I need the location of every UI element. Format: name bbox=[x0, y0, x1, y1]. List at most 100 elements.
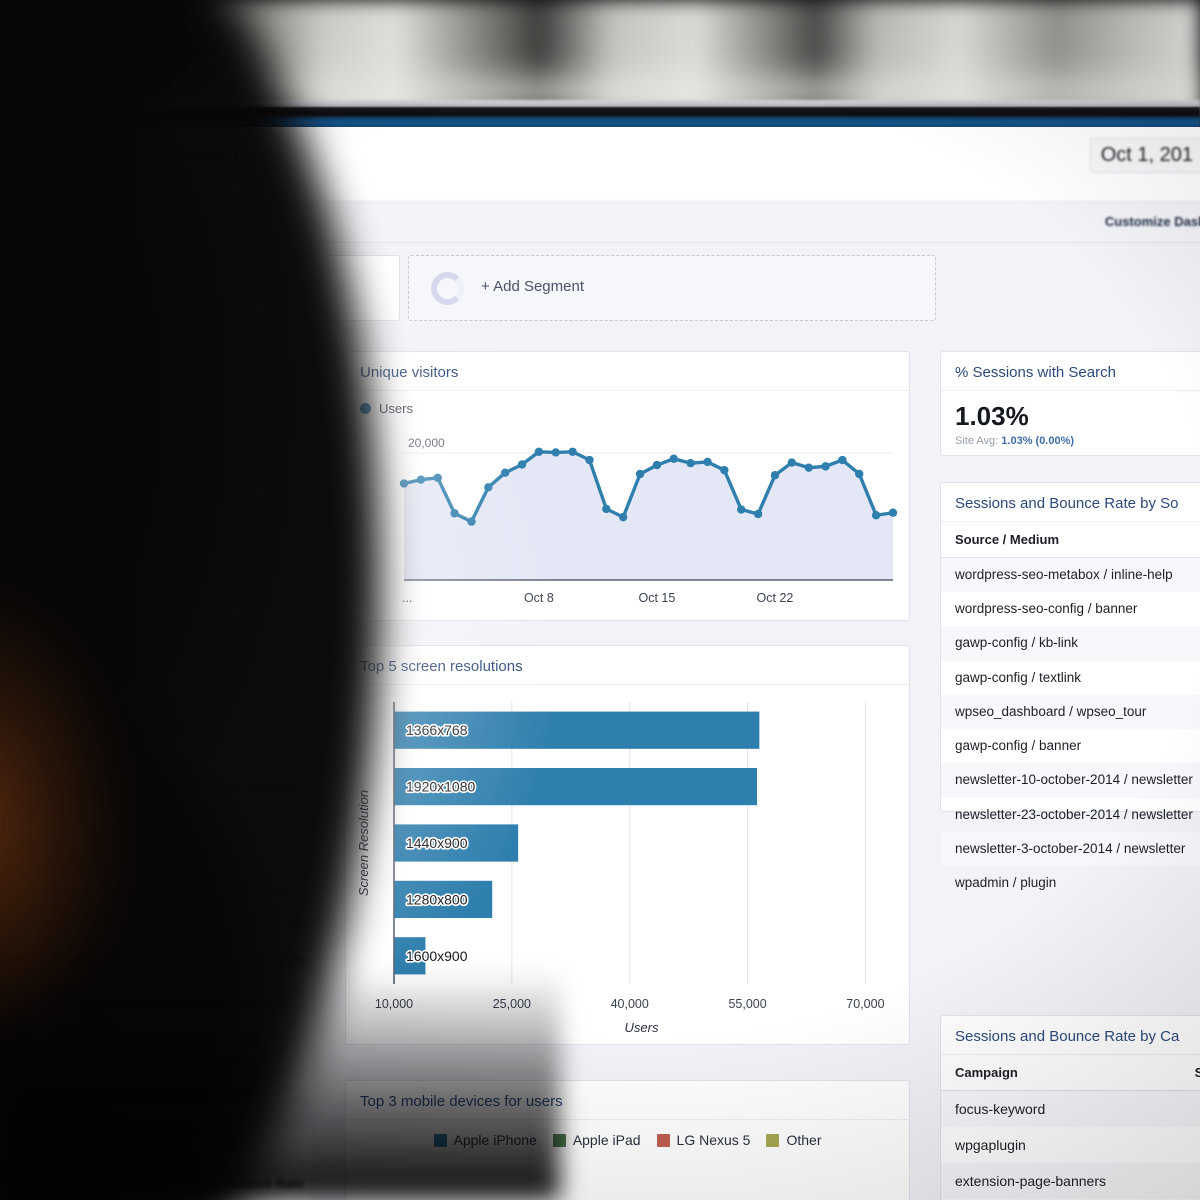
list-item[interactable]: wordpress-seo-config / banner bbox=[941, 592, 1200, 626]
list-item[interactable]: wpadmin / plugin bbox=[941, 866, 1200, 900]
legend-swatch-icon bbox=[552, 1133, 566, 1147]
list-item[interactable]: extension-page-banners13 bbox=[941, 1163, 1200, 1199]
list-item[interactable]: wpgaplugin17 bbox=[941, 1127, 1200, 1163]
col-bounce-rate: Bounce Rate bbox=[0, 1167, 312, 1200]
table-row: ...Kingdom 23,652 58.24% bbox=[0, 839, 312, 873]
sessions-with-search-panel: % Sessions with Search 1.03% Site Avg: 1… bbox=[940, 351, 1200, 456]
list-item[interactable]: gawp-config / textlink bbox=[941, 661, 1200, 695]
mobile-devices-panel: Top 3 mobile devices for users Apple iPh… bbox=[345, 1080, 910, 1200]
left-widget-1[interactable] bbox=[0, 351, 312, 451]
cell-territory: ...States bbox=[0, 814, 39, 830]
table-header-row: ...rritory Users % New Sessions bbox=[0, 771, 312, 805]
source-medium-list: wordpress-seo-metabox / inline-help wordp… bbox=[941, 558, 1200, 900]
country-origin-title: ...try Origin bbox=[0, 732, 312, 771]
bounce-rate-table: Bounce Rate 70.61% bbox=[0, 1167, 312, 1200]
site-average-line: Site Avg: 1.03% (0.00%) bbox=[941, 432, 1200, 447]
col-sessions: Sess bbox=[1194, 1065, 1200, 1080]
add-segment-bar[interactable]: + Add Segment bbox=[408, 255, 936, 321]
source-medium-header: Source / Medium S bbox=[941, 522, 1200, 558]
table-row: 17,322 68.59% bbox=[0, 873, 312, 907]
cell-users: 17,322 bbox=[109, 882, 153, 898]
legend-label-users: Users bbox=[379, 401, 413, 416]
cell-territory bbox=[0, 941, 85, 975]
campaign-panel: Sessions and Bounce Rate by Ca Campaign … bbox=[940, 1015, 1200, 1200]
legend-label: Other bbox=[786, 1132, 822, 1148]
customize-dashboard-link[interactable]: Customize Dash bbox=[1105, 214, 1200, 229]
date-range-picker[interactable]: Oct 1, 201 bbox=[1089, 138, 1200, 173]
svg-text:25,000: 25,000 bbox=[493, 997, 531, 1011]
mobile-devices-title: Top 3 mobile devices for users bbox=[346, 1081, 909, 1120]
campaign-name: extension-page-banners bbox=[955, 1173, 1106, 1189]
list-item[interactable]: newsletter-23-october-2014 / newsletter bbox=[941, 798, 1200, 832]
unique-visitors-title: Unique visitors bbox=[346, 352, 909, 391]
source-medium-title: Sessions and Bounce Rate by So bbox=[941, 483, 1200, 522]
svg-text:Oct 8: Oct 8 bbox=[524, 591, 554, 605]
source-medium-panel: Sessions and Bounce Rate by So Source / … bbox=[940, 482, 1200, 890]
legend-swatch-icon bbox=[766, 1133, 780, 1147]
cell-new-sessions: 51.75% bbox=[256, 916, 304, 932]
cell-territory: ...Kingdom bbox=[0, 848, 54, 864]
svg-text:Oct 15: Oct 15 bbox=[639, 591, 676, 605]
list-item[interactable]: wordpress-seo-metabox / inline-help bbox=[941, 558, 1200, 593]
screen-resolutions-title: Top 5 screen resolutions bbox=[346, 646, 909, 685]
left-widget-2[interactable] bbox=[0, 476, 312, 576]
segment-donut-icon bbox=[431, 272, 464, 305]
table-row: ...nds 14,049 51.75% bbox=[0, 907, 312, 941]
legend-item: LG Nexus 5 bbox=[656, 1132, 751, 1148]
dashboard-header: Analytics ...ard by Yoast Oct 1, 201 bbox=[0, 127, 1200, 201]
unique-visitors-linechart: 10,00020,000...Oct 8Oct 15Oct 22 bbox=[399, 436, 898, 605]
left-widget-3[interactable]: ...ne/tablet visitors (280,992) bbox=[0, 601, 312, 711]
list-item[interactable]: gawp-config / kb-link bbox=[941, 626, 1200, 661]
svg-text:Screen Resolution: Screen Resolution bbox=[356, 790, 371, 896]
analytics-dashboard-screen: Analytics ...ard by Yoast Oct 1, 201 Exp… bbox=[0, 127, 1200, 1200]
list-item[interactable]: newsletter-3-october-2014 / newsletter bbox=[941, 831, 1200, 866]
svg-text:1600x900: 1600x900 bbox=[406, 948, 468, 964]
site-average-prefix: Site Avg: bbox=[955, 435, 999, 447]
list-item[interactable]: focus-keyword22 bbox=[941, 1091, 1200, 1127]
cell-new-sessions: 58.24% bbox=[256, 848, 304, 864]
campaign-name: wpgaplugin bbox=[955, 1137, 1026, 1153]
svg-text:10,000: 10,000 bbox=[375, 997, 413, 1011]
left-widget-1-title bbox=[0, 352, 311, 374]
page-title: ...ard by Yoast bbox=[96, 143, 240, 166]
dashboard-toolbar: Export ▼ Customize Dash bbox=[0, 201, 1200, 243]
screen-resolutions-barchart: 10,000 25,000 40,000 55,000 70,000 1366x768 19… bbox=[356, 702, 885, 1035]
campaign-list: focus-keyword22wpgaplugin17extension-pag… bbox=[941, 1091, 1200, 1199]
list-item[interactable]: gawp-config / banner bbox=[941, 729, 1200, 763]
cell-users: 79,644 bbox=[109, 814, 153, 830]
table-row: ...States 79,644 59.81% bbox=[0, 804, 312, 839]
legend-dot-icon bbox=[360, 403, 371, 414]
table-row: 11,392 60.10% bbox=[0, 941, 312, 975]
bounce-rate-panel-title bbox=[0, 1128, 312, 1167]
campaign-header: Campaign Sess bbox=[941, 1055, 1200, 1091]
cell-new-sessions: 68.59% bbox=[256, 882, 304, 898]
svg-text:1280x800: 1280x800 bbox=[406, 891, 468, 907]
campaign-panel-title: Sessions and Bounce Rate by Ca bbox=[941, 1016, 1200, 1055]
unique-visitors-panel: Unique visitors Users 10,00020,000...Oct… bbox=[345, 351, 910, 621]
sessions-with-search-value: 1.03% bbox=[955, 401, 1029, 431]
svg-text:55,000: 55,000 bbox=[728, 997, 766, 1011]
sparkline-wave-icon bbox=[214, 668, 306, 702]
site-average-value: 1.03% (0.00%) bbox=[1001, 435, 1075, 447]
blurred-shelf bbox=[0, 60, 1200, 102]
svg-text:20,000: 20,000 bbox=[408, 436, 445, 450]
export-button[interactable]: Export ▼ bbox=[108, 214, 163, 230]
photo-of-monitor: Analytics ...ard by Yoast Oct 1, 201 Exp… bbox=[0, 0, 1200, 1200]
export-label: Export bbox=[108, 214, 149, 230]
legend-label: LG Nexus 5 bbox=[676, 1132, 751, 1148]
svg-text:1440x900: 1440x900 bbox=[406, 835, 468, 851]
chevron-down-icon: ▼ bbox=[153, 219, 164, 230]
mobile-devices-legend: Apple iPhone Apple iPad LG Nexus 5 Other bbox=[346, 1120, 909, 1148]
cell-users: 14,049 bbox=[109, 916, 153, 932]
cell-users: 23,652 bbox=[109, 848, 153, 864]
svg-text:1366x768: 1366x768 bbox=[406, 722, 468, 738]
country-origin-table: ...rritory Users % New Sessions ...State… bbox=[0, 771, 312, 975]
cell-new-sessions: 59.81% bbox=[256, 814, 304, 830]
mobile-devices-piechart bbox=[346, 1151, 911, 1200]
list-item[interactable]: wpseo_dashboard / wpseo_tour bbox=[941, 694, 1200, 730]
list-item[interactable]: newsletter-10-october-2014 / newsletter bbox=[941, 763, 1200, 798]
legend-swatch-icon bbox=[656, 1133, 670, 1147]
app-name-faint: Analytics bbox=[120, 128, 165, 140]
col-source-medium: Source / Medium bbox=[955, 532, 1060, 547]
view-selector-box[interactable] bbox=[0, 255, 400, 321]
